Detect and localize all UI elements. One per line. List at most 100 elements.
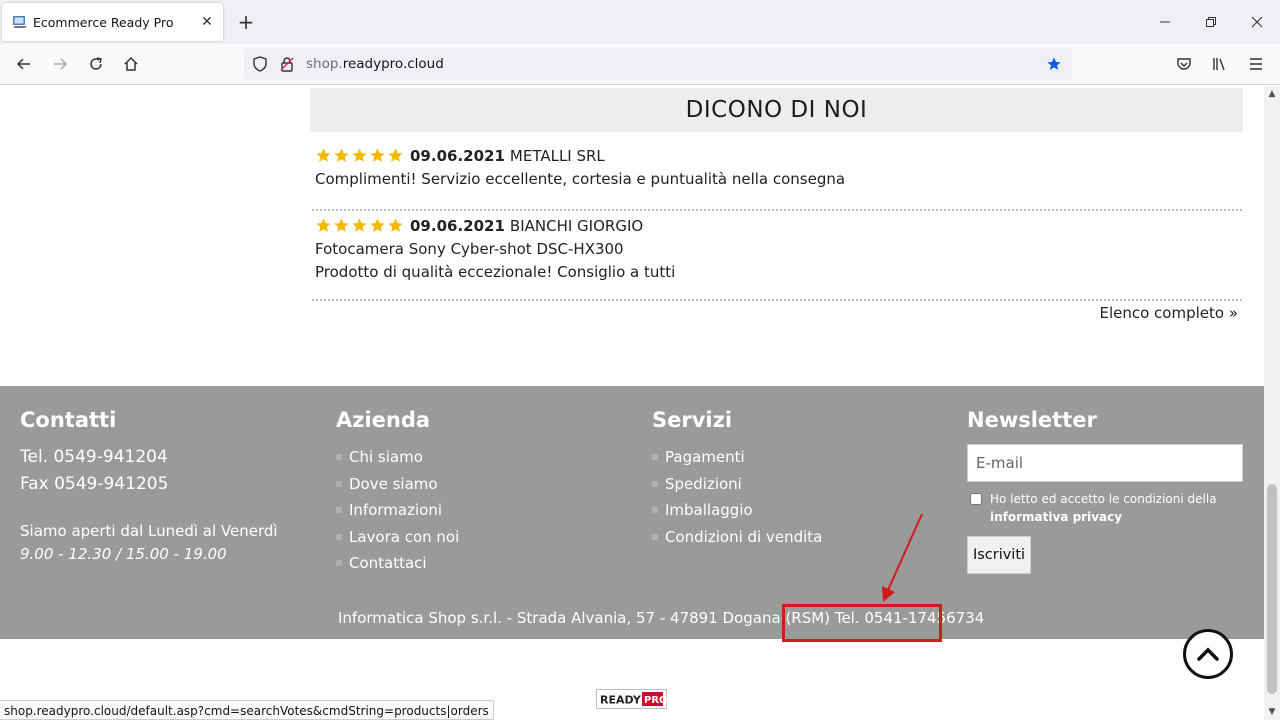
- newsletter-email-input[interactable]: [967, 444, 1243, 482]
- annotation-arrow-icon: [882, 513, 923, 602]
- review-author: METALLI SRL: [509, 146, 605, 165]
- pocket-icon[interactable]: [1174, 54, 1194, 74]
- tab-close-icon[interactable]: ✕: [199, 14, 215, 30]
- footer-link-label: Imballaggio: [665, 501, 753, 519]
- full-reviews-link[interactable]: Elenco completo »: [1099, 304, 1238, 322]
- footer-link-label: Informazioni: [349, 501, 442, 519]
- new-tab-button[interactable]: +: [236, 12, 256, 32]
- footer-link-label: Contattaci: [349, 554, 427, 572]
- review-item: 09.06.2021 BIANCHI GIORGIO Fotocamera So…: [312, 214, 1242, 283]
- bullet-icon: [336, 454, 342, 461]
- services-links: Pagamenti Spedizioni Imballaggio Condizi…: [652, 444, 822, 550]
- privacy-checkbox[interactable]: [970, 493, 982, 505]
- url-text[interactable]: shop.readypro.cloud: [306, 56, 444, 72]
- company-title: Azienda: [336, 408, 431, 432]
- back-button[interactable]: [14, 54, 34, 74]
- scroll-down-arrow-icon[interactable]: ▼: [1264, 704, 1280, 720]
- readypro-logo-icon[interactable]: READY PRO: [596, 689, 667, 709]
- company-column: Azienda Chi siamo Dove siamo Informazion…: [336, 408, 459, 577]
- services-title: Servizi: [652, 408, 733, 432]
- star-icon: [388, 218, 403, 232]
- url-host-main: readypro.cloud: [342, 56, 444, 72]
- bullet-icon: [652, 507, 658, 514]
- footer-link-label: Dove siamo: [349, 474, 438, 493]
- subscribe-button[interactable]: Iscriviti: [967, 536, 1031, 574]
- library-icon[interactable]: [1210, 54, 1230, 74]
- star-icon: [334, 148, 349, 162]
- page-scrollbar[interactable]: ▲ ▼: [1264, 86, 1280, 720]
- footer-link-lavora-con-noi[interactable]: Lavora con noi: [336, 524, 459, 551]
- address-bar[interactable]: shop.readypro.cloud: [244, 48, 1072, 80]
- footer-link-condizioni-di-vendita[interactable]: Condizioni di vendita: [652, 524, 822, 551]
- annotation-highlight-box: [782, 604, 942, 642]
- footer-link-pagamenti[interactable]: Pagamenti: [652, 444, 822, 471]
- footer-link-label: Lavora con noi: [349, 527, 460, 546]
- site-favicon-icon: [12, 14, 28, 30]
- bullet-icon: [652, 454, 658, 461]
- svg-text:PRO: PRO: [644, 695, 667, 706]
- scroll-to-top-button[interactable]: [1183, 629, 1233, 679]
- newsletter-column: Newsletter Ho letto ed accetto le condiz…: [967, 408, 1243, 574]
- opening-days: Siamo aperti dal Lunedì al Venerdì: [20, 522, 278, 540]
- review-header: 09.06.2021 METALLI SRL: [312, 144, 1242, 167]
- footer-link-dove-siamo[interactable]: Dove siamo: [336, 471, 459, 498]
- bullet-icon: [652, 480, 658, 487]
- url-host-dim: shop.: [306, 56, 343, 72]
- footer-link-chi-siamo[interactable]: Chi siamo: [336, 444, 459, 471]
- review-item: 09.06.2021 METALLI SRL Complimenti! Serv…: [312, 144, 1242, 190]
- page-content: DICONO DI NOI 09.06.2021 METALLI SRL Com…: [0, 86, 1264, 720]
- footer-link-spedizioni[interactable]: Spedizioni: [652, 471, 822, 498]
- privacy-text: Ho letto ed accetto le condizioni della …: [990, 490, 1217, 526]
- restore-button[interactable]: [1201, 12, 1221, 32]
- review-divider: [312, 299, 1242, 301]
- bullet-icon: [336, 480, 342, 487]
- bookmark-star-icon[interactable]: [1046, 56, 1062, 76]
- star-icon: [334, 218, 349, 232]
- star-icon: [388, 148, 403, 162]
- review-text: Prodotto di qualità eccezionale! Consigl…: [315, 262, 676, 281]
- browser-tabbar: Ecommerce Ready Pro ✕ +: [0, 0, 1280, 44]
- review-date: 09.06.2021: [410, 146, 505, 165]
- footer-link-informazioni[interactable]: Informazioni: [336, 497, 459, 524]
- home-button[interactable]: [121, 54, 141, 74]
- contacts-column: Contatti Tel. 0549-941204 Fax 0549-94120…: [20, 408, 278, 566]
- close-window-button[interactable]: [1247, 12, 1267, 32]
- browser-tab[interactable]: Ecommerce Ready Pro ✕: [2, 3, 223, 41]
- chevron-up-icon: [1197, 647, 1219, 661]
- review-text: Fotocamera Sony Cyber-shot DSC-HX300: [315, 239, 624, 258]
- menu-icon[interactable]: [1246, 54, 1266, 74]
- fax-number: Fax 0549-941205: [20, 474, 169, 494]
- browser-navbar: shop.readypro.cloud: [0, 44, 1280, 85]
- privacy-policy-link[interactable]: informativa privacy: [990, 510, 1122, 524]
- scrollbar-thumb[interactable]: [1267, 484, 1277, 694]
- address-text: Informatica Shop s.r.l. - Strada Alvania…: [338, 609, 831, 627]
- company-links: Chi siamo Dove siamo Informazioni Lavora…: [336, 444, 459, 577]
- star-icon: [352, 218, 367, 232]
- contacts-title: Contatti: [20, 408, 117, 432]
- footer-link-label: Chi siamo: [349, 448, 423, 466]
- minimize-button[interactable]: [1155, 12, 1175, 32]
- opening-hours: 9.00 - 12.30 / 15.00 - 19.00: [20, 545, 227, 563]
- forward-button[interactable]: [50, 54, 70, 74]
- star-icon: [370, 218, 385, 232]
- shield-icon[interactable]: [252, 56, 268, 76]
- services-column: Servizi Pagamenti Spedizioni Imballaggio…: [652, 408, 822, 550]
- star-icon: [316, 148, 331, 162]
- footer: Contatti Tel. 0549-941204 Fax 0549-94120…: [0, 386, 1264, 642]
- rating-stars: [315, 217, 404, 234]
- bullet-icon: [336, 560, 342, 567]
- privacy-consent: Ho letto ed accetto le condizioni della …: [967, 490, 1243, 526]
- footer-link-contattaci[interactable]: Contattaci: [336, 550, 459, 577]
- lock-icon[interactable]: [279, 56, 295, 76]
- bullet-icon: [652, 533, 658, 540]
- footer-link-imballaggio[interactable]: Imballaggio: [652, 497, 822, 524]
- rating-stars: [315, 147, 404, 164]
- star-icon: [316, 218, 331, 232]
- phone-number: Tel. 0549-941204: [20, 447, 168, 467]
- newsletter-title: Newsletter: [967, 408, 1097, 432]
- footer-link-label: Condizioni di vendita: [665, 527, 823, 546]
- reload-button[interactable]: [86, 54, 106, 74]
- scroll-up-arrow-icon[interactable]: ▲: [1264, 86, 1280, 102]
- review-divider: [312, 209, 1242, 211]
- status-bar-url: shop.readypro.cloud/default.asp?cmd=sear…: [0, 700, 494, 720]
